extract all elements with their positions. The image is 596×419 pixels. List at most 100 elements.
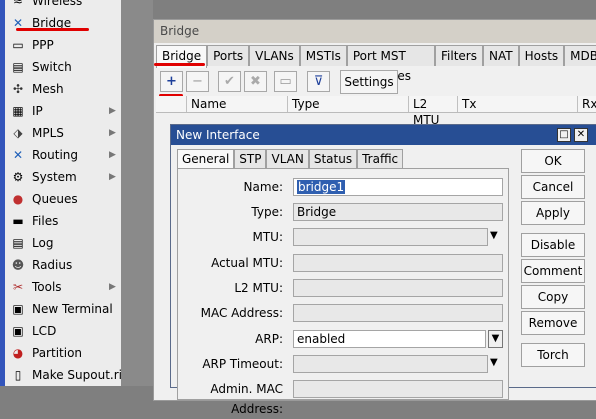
menu-item-routing[interactable]: ✕ Routing ▶ [5, 144, 121, 166]
mtu-field[interactable] [293, 228, 488, 246]
menu-item-radius[interactable]: ☻ Radius [5, 254, 121, 276]
comment-button[interactable]: Comment [521, 259, 585, 283]
enable-icon[interactable]: ✔ [218, 71, 241, 92]
column-tx[interactable]: Tx [457, 96, 577, 112]
mac-address-row: MAC Address: [178, 303, 508, 323]
add-icon[interactable]: + [160, 71, 183, 92]
column-type[interactable]: Type [287, 96, 404, 112]
menu-item-queues[interactable]: ● Queues [5, 188, 121, 210]
menu-item-ip[interactable]: ▦ IP ▶ [5, 100, 121, 122]
dialog-tab-stp[interactable]: STP [234, 149, 267, 168]
apply-button[interactable]: Apply [521, 201, 585, 225]
arp-timeout-field[interactable] [293, 355, 488, 373]
menu-item-new-terminal[interactable]: ▣ New Terminal [5, 298, 121, 320]
menu-item-mpls[interactable]: ⬗ MPLS ▶ [5, 122, 121, 144]
tab-vlans[interactable]: VLANs [249, 45, 300, 66]
menu-item-system[interactable]: ⚙ System ▶ [5, 166, 121, 188]
arp-timeout-dropdown-icon[interactable]: ▼ [490, 357, 498, 368]
dialog-tab-traffic[interactable]: Traffic [357, 149, 404, 168]
menu-item-mesh[interactable]: ✣ Mesh [5, 78, 121, 100]
log-icon: ▤ [12, 236, 24, 250]
disable-icon[interactable]: ✖ [244, 71, 267, 92]
menu-item-wireless[interactable]: ≈ Wireless [5, 0, 121, 12]
ok-button[interactable]: OK [521, 149, 585, 173]
menu-item-label: Mesh [32, 82, 64, 96]
supout-icon: ▯ [14, 368, 22, 382]
menu-item-label: Make Supout.rif [32, 368, 127, 382]
dialog-title-bar[interactable]: New Interface □ ✕ [171, 125, 596, 145]
tab-filters[interactable]: Filters [435, 45, 483, 66]
remove-icon[interactable]: − [186, 71, 209, 92]
dialog-tab-vlan[interactable]: VLAN [266, 149, 309, 168]
arp-timeout-label: ARP Timeout: [202, 357, 283, 371]
mac-address-label: MAC Address: [200, 306, 283, 320]
torch-button[interactable]: Torch [521, 343, 585, 367]
admin-mac-row: Admin. MAC Address: [178, 379, 508, 416]
bridge-toolbar: + − ✔ ✖ ▭ ⊽ Settings [154, 68, 596, 94]
menu-item-label: System [32, 170, 77, 184]
cancel-button[interactable]: Cancel [521, 175, 585, 199]
bridge-window-title[interactable]: Bridge [154, 20, 596, 43]
admin-mac-field[interactable] [293, 380, 503, 398]
disable-button[interactable]: Disable [521, 233, 585, 257]
tab-ports[interactable]: Ports [207, 45, 250, 66]
arp-label: ARP: [255, 332, 283, 346]
menu-item-label: Radius [32, 258, 73, 272]
menu-item-lcd[interactable]: ▣ LCD [5, 320, 121, 342]
routing-icon: ✕ [12, 148, 24, 162]
comment-icon[interactable]: ▭ [274, 71, 297, 92]
column-rx[interactable]: Rx [577, 96, 596, 112]
menu-item-files[interactable]: ▬ Files [5, 210, 121, 232]
menu-item-tools[interactable]: ✂ Tools ▶ [5, 276, 121, 298]
arp-select[interactable]: enabled [293, 330, 486, 348]
copy-button[interactable]: Copy [521, 285, 585, 309]
menu-item-partition[interactable]: ◕ Partition [5, 342, 121, 364]
menu-item-label: Routing [32, 148, 79, 162]
submenu-arrow-icon: ▶ [109, 172, 116, 182]
tab-nat[interactable]: NAT [483, 45, 519, 66]
settings-button[interactable]: Settings [340, 70, 398, 94]
general-panel: Name: bridge1 Type: Bridge MTU: ▼ Actual… [177, 168, 509, 416]
dialog-tab-status[interactable]: Status [308, 149, 358, 168]
menu-item-label: New Terminal [32, 302, 113, 316]
tab-hosts[interactable]: Hosts [518, 45, 565, 66]
close-icon[interactable]: ✕ [574, 128, 588, 142]
menu-item-switch[interactable]: ▤ Switch [5, 56, 121, 78]
system-icon: ⚙ [12, 170, 24, 184]
tab-mdb[interactable]: MDB [564, 45, 596, 66]
arp-dropdown-icon[interactable]: ▼ [488, 330, 503, 348]
table-header: Name Type L2 MTU Tx Rx [156, 96, 596, 127]
submenu-arrow-icon: ▶ [109, 150, 116, 160]
l2-mtu-row: L2 MTU: [178, 278, 508, 298]
menu-item-make-supout-rif[interactable]: ▯ Make Supout.rif [5, 364, 127, 386]
actual-mtu-field [293, 254, 503, 272]
arp-row: ARP: enabled ▼ [178, 329, 508, 349]
arp-timeout-row: ARP Timeout: ▼ [178, 354, 508, 374]
main-menu: ≈ Wireless ✕ Bridge ▭ PPP ▤ Switch ✣ Mesh ▦ IP ▶ ⬗ MPL… [5, 0, 127, 386]
mtu-label: MTU: [252, 230, 283, 244]
column-l2-mtu[interactable]: L2 MTU [408, 96, 453, 127]
tools-icon: ✂ [12, 280, 24, 294]
menu-item-log[interactable]: ▤ Log [5, 232, 121, 254]
tab-port-mst-overrides[interactable]: Port MST Overrides [346, 45, 436, 83]
menu-item-label: PPP [32, 38, 54, 52]
menu-selection-marker [16, 28, 89, 31]
lcd-icon: ▣ [12, 324, 24, 338]
remove-button[interactable]: Remove [521, 311, 585, 335]
menu-item-ppp[interactable]: ▭ PPP [5, 34, 121, 56]
name-label: Name: [243, 180, 283, 194]
l2-mtu-label: L2 MTU: [234, 281, 283, 295]
l2-mtu-field [293, 279, 503, 297]
maximize-icon[interactable]: □ [557, 128, 571, 142]
mesh-icon: ✣ [12, 82, 24, 96]
filter-icon[interactable]: ⊽ [307, 71, 330, 92]
name-value: bridge1 [297, 180, 346, 194]
tab-mstis[interactable]: MSTIs [299, 45, 347, 66]
dialog-tab-general[interactable]: General [177, 149, 235, 170]
type-label: Type: [251, 205, 283, 219]
name-field[interactable]: bridge1 [293, 178, 503, 196]
column-name[interactable]: Name [186, 96, 283, 112]
mtu-dropdown-icon[interactable]: ▼ [490, 230, 498, 241]
radius-icon: ☻ [11, 258, 25, 272]
files-icon: ▬ [12, 214, 24, 228]
